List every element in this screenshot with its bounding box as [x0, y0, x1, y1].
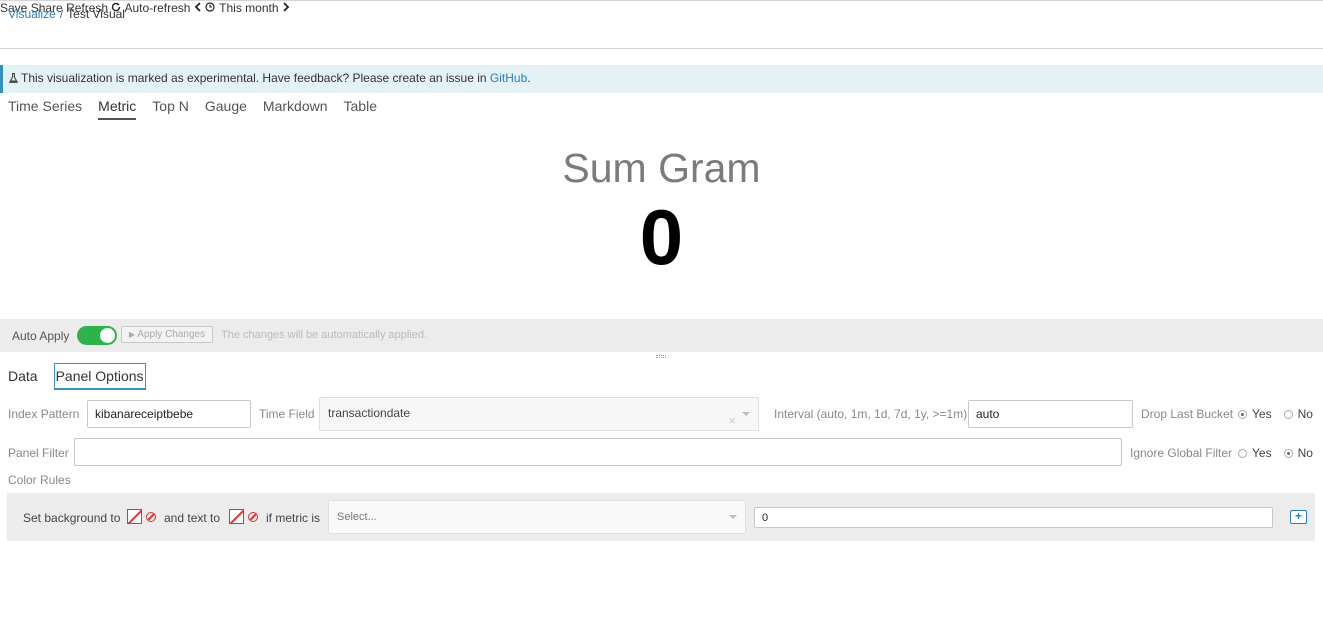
color-rule-row: Set background to and text to if metric … — [7, 493, 1315, 541]
chevron-left-icon — [194, 2, 201, 12]
ignore-global-filter-yes-radio[interactable] — [1238, 448, 1247, 458]
github-link[interactable]: GitHub — [490, 71, 527, 85]
no-label: No — [1297, 407, 1313, 421]
breadcrumb-separator: / — [59, 7, 64, 21]
auto-apply-toggle[interactable] — [77, 326, 117, 345]
banner-suffix: . — [527, 71, 531, 85]
drop-last-bucket-label: Drop Last Bucket — [1141, 407, 1234, 421]
auto-refresh-label: Auto-refresh — [124, 1, 191, 15]
apply-note: The changes will be automatically applie… — [221, 329, 428, 341]
next-time-button[interactable] — [282, 1, 290, 15]
experimental-banner: This visualization is marked as experime… — [0, 65, 1323, 93]
background-color-swatch[interactable] — [127, 509, 142, 524]
tab-data[interactable]: Data — [8, 363, 38, 390]
text-color-swatch[interactable] — [229, 509, 244, 524]
auto-apply-bar: Auto Apply ▶ Apply Changes The changes w… — [0, 319, 1323, 352]
top-nav-bar: Visualize / Test Visual Save Share Refresh… — [0, 0, 1323, 49]
drop-last-bucket-no-radio[interactable] — [1283, 409, 1293, 419]
time-field-value: transactiondate — [328, 406, 411, 420]
tab-panel-options[interactable]: Panel Options — [53, 363, 146, 390]
time-picker-button[interactable]: This month — [205, 1, 282, 15]
tab-time-series[interactable]: Time Series — [8, 98, 82, 120]
yes-label: Yes — [1252, 446, 1272, 460]
yes-label: Yes — [1252, 407, 1272, 421]
breadcrumb-visualize-link[interactable]: Visualize — [8, 7, 56, 21]
and-text-label: and text to — [164, 511, 221, 525]
clock-icon — [205, 2, 215, 12]
tab-top-n[interactable]: Top N — [152, 98, 189, 120]
metric-value: 0 — [639, 193, 684, 281]
clear-icon[interactable]: × — [728, 406, 736, 436]
flask-icon — [9, 73, 18, 83]
color-rule-value-input[interactable] — [754, 507, 1273, 528]
index-pattern-input[interactable] — [87, 400, 251, 428]
color-rules-label: Color Rules — [8, 473, 71, 487]
plus-icon: + — [1294, 509, 1302, 523]
time-range-label: This month — [219, 1, 279, 15]
visualization-type-tabs: Time Series Metric Top N Gauge Markdown … — [8, 98, 393, 120]
time-field-select[interactable]: transactiondate × — [319, 397, 759, 431]
resize-handle[interactable] — [656, 355, 666, 358]
clear-background-color-icon[interactable] — [146, 512, 156, 522]
tab-table[interactable]: Table — [344, 98, 377, 120]
breadcrumb: Visualize / Test Visual — [8, 7, 125, 21]
metric-label: Sum Gram — [562, 145, 761, 191]
tab-markdown[interactable]: Markdown — [263, 98, 328, 120]
toggle-knob — [100, 328, 115, 343]
time-field-label: Time Field — [259, 407, 315, 421]
add-color-rule-button[interactable]: + — [1290, 510, 1307, 524]
panel-filter-input[interactable] — [74, 438, 1122, 466]
chevron-right-icon — [283, 2, 290, 12]
ignore-global-filter-radio-group: Yes No — [1238, 446, 1323, 460]
drop-last-bucket-radio-group: Yes No — [1238, 407, 1323, 421]
tab-metric[interactable]: Metric — [98, 98, 137, 120]
chevron-down-icon — [729, 515, 737, 519]
top-actions: Save Share Refresh Auto-refresh This mon… — [0, 1, 1323, 15]
clear-text-color-icon[interactable] — [248, 512, 258, 522]
tab-gauge[interactable]: Gauge — [205, 98, 247, 120]
if-metric-label: if metric is — [266, 511, 320, 525]
chevron-down-icon — [742, 412, 750, 416]
previous-time-button[interactable] — [194, 1, 205, 15]
auto-apply-label: Auto Apply — [12, 329, 70, 343]
panel-config-tabs: Data Panel Options — [8, 363, 162, 390]
index-pattern-label: Index Pattern — [8, 407, 80, 421]
banner-text: This visualization is marked as experime… — [21, 71, 490, 85]
ignore-global-filter-no-radio[interactable] — [1283, 448, 1293, 458]
set-background-label: Set background to — [23, 511, 121, 525]
operator-select[interactable]: Select... — [328, 500, 746, 534]
no-label: No — [1297, 446, 1313, 460]
breadcrumb-current: Test Visual — [67, 7, 125, 21]
operator-placeholder: Select... — [337, 511, 377, 523]
drop-last-bucket-yes-radio[interactable] — [1238, 409, 1247, 419]
panel-filter-label: Panel Filter — [8, 446, 69, 460]
interval-label: Interval (auto, 1m, 1d, 7d, 1y, >=1m) — [774, 407, 968, 421]
interval-input[interactable] — [968, 400, 1133, 428]
apply-changes-label: Apply Changes — [137, 329, 206, 340]
apply-changes-button[interactable]: ▶ Apply Changes — [121, 326, 213, 343]
play-icon: ▶ — [128, 330, 136, 339]
ignore-global-filter-label: Ignore Global Filter — [1130, 446, 1233, 460]
